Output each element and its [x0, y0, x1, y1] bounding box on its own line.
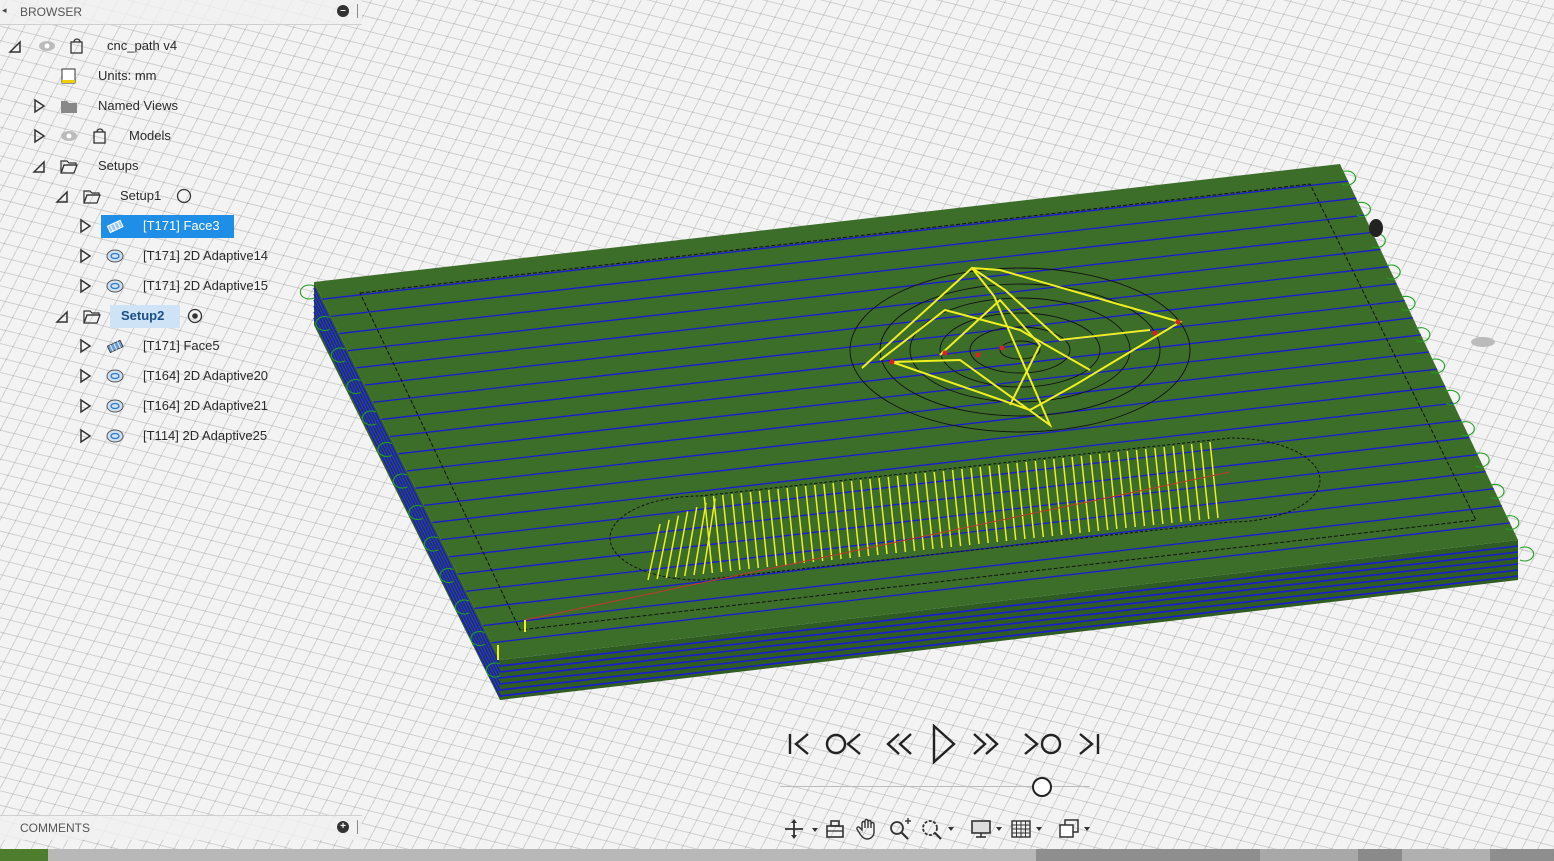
collapsed-triangle-icon[interactable] [32, 94, 46, 118]
collapsed-triangle-icon[interactable] [78, 244, 92, 268]
adaptive-clearing-icon [106, 429, 124, 443]
next-operation-icon[interactable] [1021, 724, 1063, 764]
setup-active-radio-icon[interactable] [186, 308, 204, 324]
document-settings-icon [61, 68, 76, 84]
tree-item-label: Models [129, 128, 171, 143]
play-icon[interactable] [926, 724, 960, 764]
tree-item-label: Units: mm [98, 68, 157, 83]
status-segment [1402, 849, 1490, 861]
adaptive-clearing-icon [106, 369, 124, 383]
tree-item-label: Named Views [98, 98, 178, 113]
simulation-timeline-slider[interactable] [780, 776, 1100, 797]
skip-to-start-icon[interactable] [782, 724, 816, 764]
expanded-triangle-icon[interactable] [55, 184, 69, 208]
status-segment [48, 849, 1036, 861]
expanded-triangle-icon[interactable] [32, 154, 46, 178]
tree-item-label: Setup2 [121, 308, 165, 323]
collapsed-triangle-icon[interactable] [78, 394, 92, 418]
component-icon [93, 128, 106, 144]
expanded-triangle-icon[interactable] [55, 304, 69, 328]
collapsed-triangle-icon[interactable] [32, 124, 46, 148]
face-operation-icon [106, 219, 124, 234]
tree-item-label: Setups [98, 158, 139, 173]
navigation-toolbar [780, 814, 1100, 844]
face-operation-icon [106, 339, 124, 354]
visibility-eye-icon[interactable] [60, 128, 78, 144]
panel-divider[interactable] [357, 4, 358, 18]
collapsed-triangle-icon[interactable] [78, 274, 92, 298]
lead-loop [299, 284, 315, 300]
fit-icon[interactable] [920, 818, 956, 840]
open-folder-icon [83, 190, 101, 204]
panel-divider[interactable] [357, 820, 358, 834]
panel-title: BROWSER [20, 5, 83, 19]
tree-item-label: [T171] 2D Adaptive15 [143, 278, 269, 293]
folder-icon [61, 101, 77, 113]
collapsed-triangle-icon[interactable] [78, 334, 92, 358]
simulation-playback-controls [780, 724, 1110, 764]
zoom-icon[interactable] [888, 818, 912, 840]
expanded-triangle-icon[interactable] [8, 34, 22, 58]
lead-loop [1519, 546, 1535, 562]
collapse-panel-icon[interactable]: ◂ [2, 5, 7, 16]
orbit-icon[interactable] [784, 818, 820, 840]
add-comment-icon[interactable]: + [337, 821, 349, 833]
pan-icon[interactable] [856, 818, 880, 840]
status-segment [1036, 849, 1260, 861]
tree-item-label: [T171] Face5 [143, 338, 220, 353]
step-back-icon[interactable] [883, 724, 917, 764]
collapsed-triangle-icon[interactable] [78, 424, 92, 448]
tree-item-label: [T114] 2D Adaptive25 [143, 428, 268, 443]
tree-item-label: [T164] 2D Adaptive21 [143, 398, 269, 413]
tree-item-label: cnc_path v4 [107, 38, 178, 53]
look-at-icon[interactable] [824, 818, 846, 840]
tree-item-label: [T164] 2D Adaptive20 [143, 368, 269, 383]
timeline-thumb[interactable] [1032, 777, 1052, 797]
tree-item-label: [T171] 2D Adaptive14 [143, 248, 269, 263]
previous-operation-icon[interactable] [824, 724, 864, 764]
status-segment [1260, 849, 1358, 861]
open-folder-icon [60, 160, 78, 174]
component-icon [70, 38, 83, 54]
viewports-icon[interactable] [1058, 818, 1094, 840]
tree-item-label: Setup1 [120, 188, 162, 203]
bottom-status-strip [0, 849, 1554, 861]
adaptive-clearing-icon [106, 279, 124, 293]
adaptive-clearing-icon [106, 249, 124, 263]
setup-inactive-radio-icon[interactable] [175, 188, 193, 204]
browser-panel-header: ◂ BROWSER – [0, 0, 362, 25]
skip-to-end-icon[interactable] [1074, 724, 1108, 764]
display-settings-icon[interactable] [970, 818, 1006, 840]
status-segment [0, 849, 48, 861]
status-segment [1358, 849, 1402, 861]
tree-item-label: [T171] Face3 [143, 218, 220, 233]
panel-options-icon[interactable]: – [337, 5, 349, 17]
origin-marker [1471, 337, 1495, 347]
collapsed-triangle-icon[interactable] [78, 214, 92, 238]
visibility-eye-icon[interactable] [38, 38, 56, 54]
grid-settings-icon[interactable] [1010, 818, 1046, 840]
fixture-marker [1369, 219, 1383, 237]
open-folder-icon [83, 310, 101, 324]
collapsed-triangle-icon[interactable] [78, 364, 92, 388]
adaptive-clearing-icon [106, 399, 124, 413]
step-forward-icon[interactable] [968, 724, 1002, 764]
comments-panel-header: COMMENTS + [0, 815, 362, 840]
status-segment [1490, 849, 1554, 861]
panel-title: COMMENTS [20, 821, 90, 835]
